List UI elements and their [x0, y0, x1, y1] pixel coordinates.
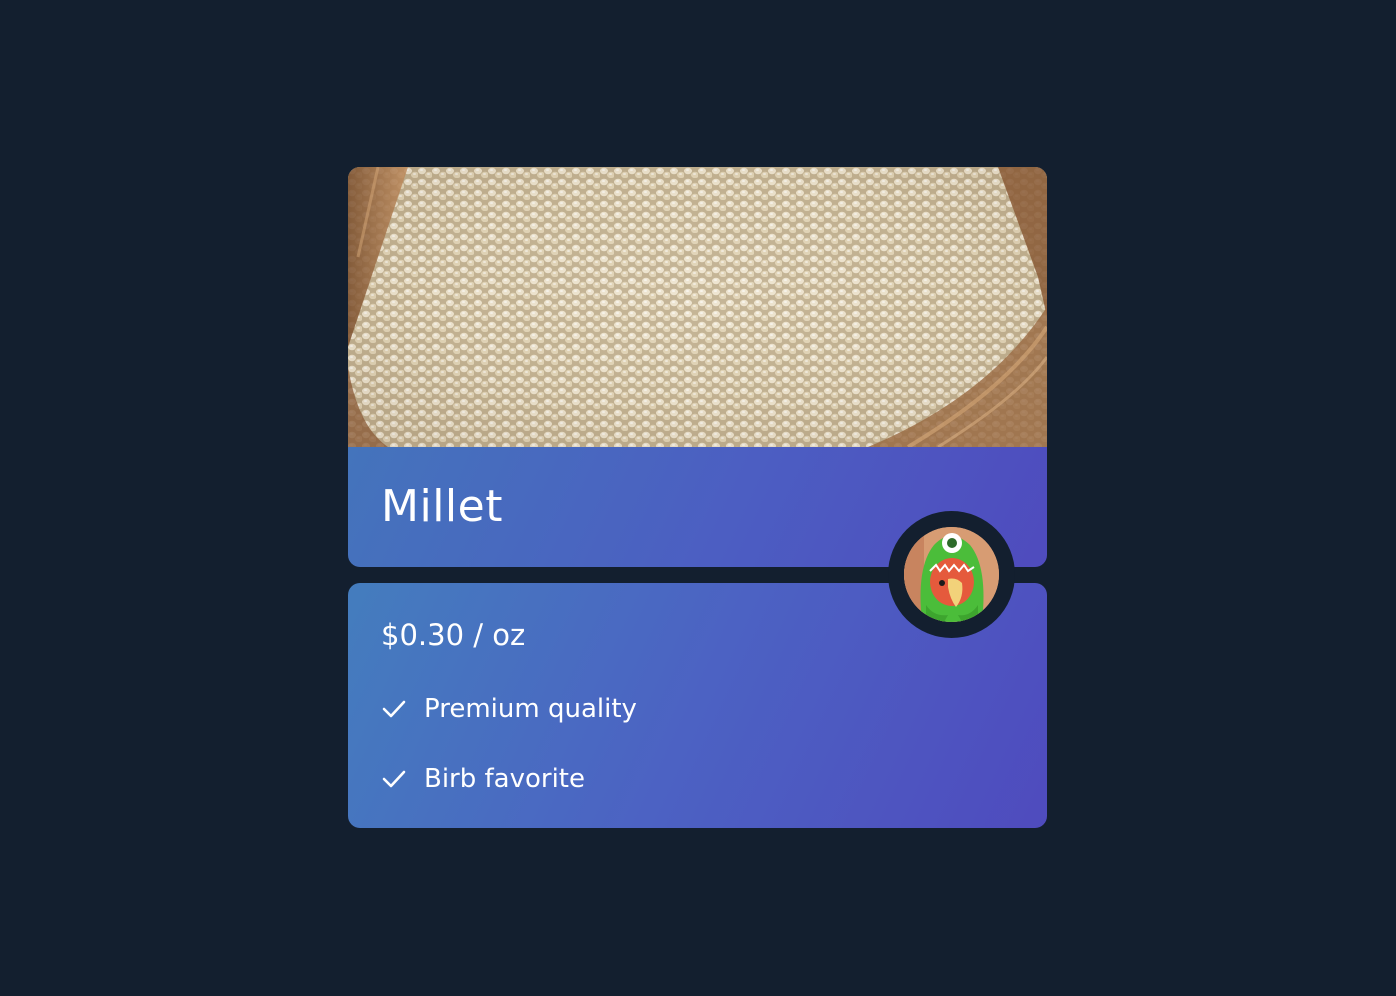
- feature-label: Premium quality: [424, 694, 637, 724]
- feature-label: Birb favorite: [424, 764, 586, 794]
- millet-basket-image: [348, 167, 1047, 447]
- bird-avatar-icon: [904, 527, 999, 622]
- price-label: $0.30 / oz: [381, 618, 526, 652]
- product-card: Millet $0.30 / oz Premium quality Birb f…: [348, 167, 1047, 828]
- check-icon: [382, 770, 406, 788]
- product-title: Millet: [381, 481, 503, 532]
- feature-item: Birb favorite: [381, 759, 585, 799]
- feature-item: Premium quality: [381, 689, 637, 729]
- avatar[interactable]: [904, 527, 999, 622]
- check-icon: [382, 700, 406, 718]
- avatar-ring: [888, 511, 1015, 638]
- millet-photo: [348, 167, 1047, 447]
